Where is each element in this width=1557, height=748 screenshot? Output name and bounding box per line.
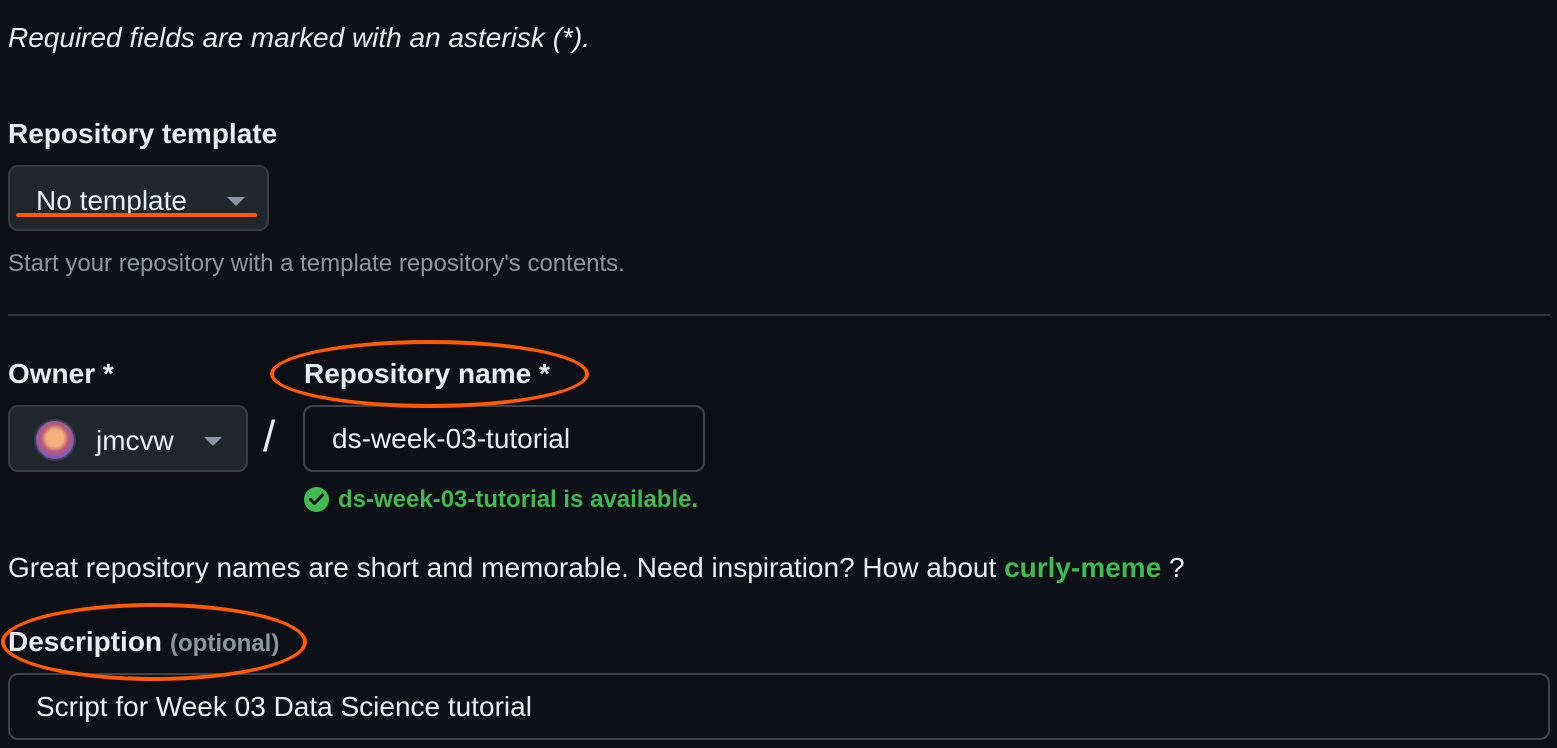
owner-select-button[interactable]: jmcvw <box>8 405 248 472</box>
annotation-underline <box>16 213 257 217</box>
template-helper-text: Start your repository with a template re… <box>8 250 625 277</box>
description-label-text: Description <box>8 626 163 657</box>
required-fields-note: Required fields are marked with an aster… <box>8 22 591 53</box>
owner-repo-separator: / <box>263 412 276 461</box>
repository-name-input[interactable] <box>303 405 705 472</box>
template-select-button[interactable]: No template <box>8 165 269 231</box>
suggested-name-link[interactable]: curly-meme <box>1004 552 1161 583</box>
repository-name-label: Repository name * <box>304 358 550 389</box>
owner-label: Owner * <box>8 358 114 389</box>
caret-down-icon <box>227 197 245 206</box>
description-input[interactable] <box>8 673 1550 740</box>
optional-tag: (optional) <box>170 630 280 657</box>
check-circle-icon <box>304 487 329 512</box>
availability-message: ds-week-03-tutorial is available. <box>338 486 699 513</box>
name-suggestion-text: Great repository names are short and mem… <box>8 552 1185 584</box>
section-divider <box>8 314 1550 316</box>
suggestion-prefix: Great repository names are short and mem… <box>8 552 1005 583</box>
repository-template-label: Repository template <box>8 118 278 149</box>
caret-down-icon <box>204 437 222 446</box>
suggestion-suffix: ? <box>1161 552 1185 583</box>
owner-select-value: jmcvw <box>96 425 174 456</box>
description-label: Description (optional) <box>8 626 279 658</box>
avatar <box>34 419 76 461</box>
